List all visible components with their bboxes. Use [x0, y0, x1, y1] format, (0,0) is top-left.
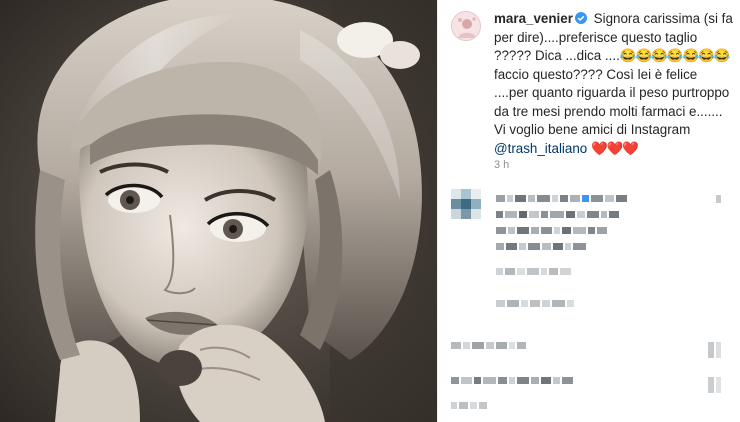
censored-line [451, 342, 528, 360]
heart-emoji-icons: ❤️❤️❤️ [590, 140, 639, 156]
username-link[interactable]: mara_venier [494, 11, 573, 26]
profile-avatar[interactable] [451, 11, 481, 41]
caption-text-2: per dire)....preferisce questo taglio [494, 29, 698, 45]
avatar-image [452, 12, 480, 40]
censored-like-icon [716, 195, 723, 213]
censored-line [451, 402, 489, 420]
caption-text-4: faccio questo???? Così lei è felice [494, 66, 698, 82]
censored-line [496, 268, 573, 286]
censored-line [496, 300, 576, 318]
caption-text-8: Instagram [630, 122, 691, 137]
instagram-post-view: mara_venier Signora carissima (si fa per… [0, 0, 740, 422]
post-side-panel: mara_venier Signora carissima (si fa per… [437, 0, 740, 422]
censored-like-icon [708, 377, 723, 395]
censored-line [496, 243, 588, 261]
caption-text-3: ????? Dica ...dica .... [494, 48, 620, 63]
vintage-portrait-image [0, 0, 437, 422]
post-photo[interactable] [0, 0, 437, 422]
censored-like-icon [708, 342, 723, 360]
post-caption: mara_venier Signora carissima (si fa per… [494, 10, 734, 158]
caption-text-1: Signora carissima (si fa [593, 11, 733, 26]
mention-link[interactable]: @trash_italiano [494, 141, 587, 156]
pixelated-avatar-icon [451, 189, 481, 219]
censored-avatar [451, 189, 481, 224]
caption-text-5: ....per quanto riguarda il peso [494, 85, 669, 100]
post-timestamp[interactable]: 3 h [494, 159, 509, 171]
censored-line [451, 377, 575, 395]
verified-badge-icon [574, 12, 587, 24]
laughing-emoji-icons: 😂😂😂😂😂😂😂 [619, 48, 731, 63]
